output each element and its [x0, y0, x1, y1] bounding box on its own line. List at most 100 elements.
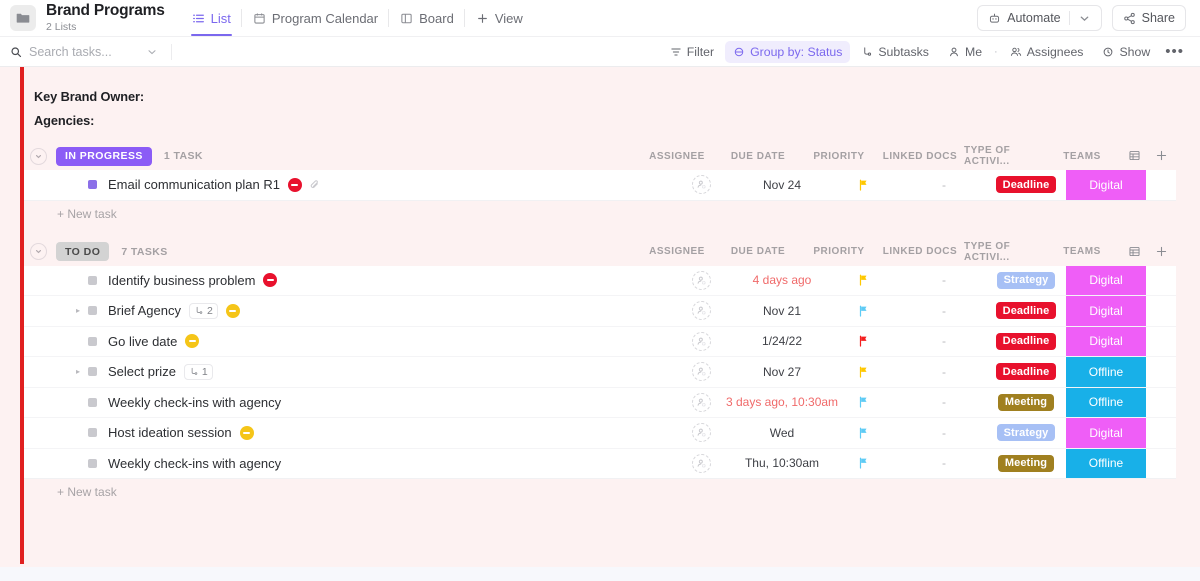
assignee-cell[interactable] — [664, 357, 738, 387]
task-emoji-badge[interactable] — [226, 304, 240, 318]
linked-docs-cell[interactable]: - — [900, 266, 988, 296]
new-task-button[interactable]: + New task — [0, 201, 1200, 227]
add-view-button[interactable]: View — [465, 0, 534, 36]
teams-cell[interactable]: Digital — [1066, 327, 1146, 357]
assignee-cell[interactable] — [664, 449, 738, 479]
assignee-avatar-placeholder[interactable] — [692, 393, 711, 412]
subtask-expand-toggle[interactable]: ▸ — [76, 367, 88, 376]
type-of-activity-cell[interactable]: Deadline — [988, 170, 1064, 200]
table-row[interactable]: Weekly check-ins with agency 3 days ago, … — [24, 388, 1176, 419]
task-name-cell[interactable]: Host ideation session — [24, 418, 254, 448]
task-status-square[interactable] — [88, 276, 97, 285]
column-settings-icon[interactable] — [1128, 149, 1141, 162]
subtask-count-badge[interactable]: 1 — [184, 364, 213, 380]
chevron-down-icon[interactable] — [1078, 12, 1091, 25]
tab-board[interactable]: Board — [389, 0, 465, 36]
priority-flag-icon[interactable] — [857, 178, 870, 192]
task-status-square[interactable] — [88, 398, 97, 407]
priority-flag-icon[interactable] — [857, 426, 870, 440]
linked-docs-cell[interactable]: - — [900, 327, 988, 357]
task-name-cell[interactable]: ▸Brief Agency2 — [24, 296, 240, 326]
task-status-square[interactable] — [88, 367, 97, 376]
priority-cell[interactable] — [826, 266, 900, 296]
type-of-activity-cell[interactable]: Strategy — [988, 266, 1064, 296]
add-column-icon[interactable] — [1155, 149, 1168, 162]
tab-program-calendar[interactable]: Program Calendar — [242, 0, 389, 36]
assignee-cell[interactable] — [664, 296, 738, 326]
subtasks-button[interactable]: Subtasks — [853, 41, 937, 63]
linked-docs-cell[interactable]: - — [900, 296, 988, 326]
tab-list[interactable]: List — [181, 0, 242, 36]
due-date-cell[interactable]: 4 days ago — [738, 266, 826, 296]
priority-cell[interactable] — [826, 449, 900, 479]
priority-cell[interactable] — [826, 296, 900, 326]
priority-flag-icon[interactable] — [857, 304, 870, 318]
priority-flag-icon[interactable] — [857, 365, 870, 379]
table-row[interactable]: ▸Brief Agency2Nov 21-DeadlineDigital — [24, 296, 1176, 327]
group-by-button[interactable]: Group by: Status — [725, 41, 850, 63]
table-row[interactable]: Weekly check-ins with agency Thu, 10:30am… — [24, 449, 1176, 480]
linked-docs-cell[interactable]: - — [900, 357, 988, 387]
task-status-square[interactable] — [88, 337, 97, 346]
due-date-cell[interactable]: Nov 27 — [738, 357, 826, 387]
task-status-square[interactable] — [88, 180, 97, 189]
due-date-cell[interactable]: 3 days ago, 10:30am — [738, 388, 826, 418]
type-of-activity-cell[interactable]: Strategy — [988, 418, 1064, 448]
due-date-cell[interactable]: Nov 24 — [738, 170, 826, 200]
table-row[interactable]: Host ideation sessionWed-StrategyDigital — [24, 418, 1176, 449]
group-collapse-toggle[interactable] — [30, 148, 47, 165]
search-box[interactable] — [10, 44, 190, 60]
priority-flag-icon[interactable] — [857, 334, 870, 348]
due-date-cell[interactable]: Wed — [738, 418, 826, 448]
assignee-avatar-placeholder[interactable] — [692, 454, 711, 473]
type-of-activity-cell[interactable]: Deadline — [988, 296, 1064, 326]
teams-cell[interactable]: Digital — [1066, 296, 1146, 326]
table-row[interactable]: Identify business problem 4 days ago -Stra… — [24, 266, 1176, 297]
assignee-cell[interactable] — [664, 170, 738, 200]
teams-cell[interactable]: Offline — [1066, 357, 1146, 387]
teams-cell[interactable]: Digital — [1066, 266, 1146, 296]
automate-button[interactable]: Automate — [977, 5, 1102, 31]
priority-flag-icon[interactable] — [857, 273, 870, 287]
type-of-activity-cell[interactable]: Deadline — [988, 327, 1064, 357]
assignee-avatar-placeholder[interactable] — [692, 175, 711, 194]
assignee-avatar-placeholder[interactable] — [692, 301, 711, 320]
more-options-button[interactable]: ••• — [1161, 44, 1188, 59]
group-status-chip[interactable]: IN PROGRESS — [56, 147, 152, 166]
search-chevron-down-icon[interactable] — [146, 46, 158, 58]
search-input[interactable] — [29, 45, 139, 59]
teams-cell[interactable]: Offline — [1066, 388, 1146, 418]
assignee-cell[interactable] — [664, 266, 738, 296]
task-name-cell[interactable]: Weekly check-ins with agency — [24, 449, 281, 479]
type-of-activity-cell[interactable]: Meeting — [988, 449, 1064, 479]
assignee-cell[interactable] — [664, 418, 738, 448]
task-status-square[interactable] — [88, 459, 97, 468]
table-row[interactable]: Email communication plan R1Nov 24-Deadli… — [24, 170, 1176, 201]
priority-cell[interactable] — [826, 170, 900, 200]
task-emoji-badge[interactable] — [263, 273, 277, 287]
subtask-count-badge[interactable]: 2 — [189, 303, 218, 319]
priority-cell[interactable] — [826, 388, 900, 418]
task-name-cell[interactable]: Weekly check-ins with agency — [24, 388, 281, 418]
teams-cell[interactable]: Digital — [1066, 170, 1146, 200]
priority-cell[interactable] — [826, 357, 900, 387]
me-button[interactable]: Me — [940, 41, 990, 63]
task-name-cell[interactable]: Email communication plan R1 — [24, 170, 321, 200]
assignee-cell[interactable] — [664, 327, 738, 357]
new-task-button[interactable]: + New task — [0, 479, 1200, 505]
task-emoji-badge[interactable] — [240, 426, 254, 440]
due-date-cell[interactable]: Thu, 10:30am — [738, 449, 826, 479]
assignee-avatar-placeholder[interactable] — [692, 423, 711, 442]
task-status-square[interactable] — [88, 428, 97, 437]
task-name-cell[interactable]: Identify business problem — [24, 266, 277, 296]
subtask-expand-toggle[interactable]: ▸ — [76, 306, 88, 315]
attachment-icon[interactable] — [309, 179, 321, 191]
assignee-avatar-placeholder[interactable] — [692, 332, 711, 351]
add-column-icon[interactable] — [1155, 245, 1168, 258]
priority-cell[interactable] — [826, 418, 900, 448]
priority-cell[interactable] — [826, 327, 900, 357]
teams-cell[interactable]: Offline — [1066, 449, 1146, 479]
assignee-avatar-placeholder[interactable] — [692, 271, 711, 290]
type-of-activity-cell[interactable]: Meeting — [988, 388, 1064, 418]
teams-cell[interactable]: Digital — [1066, 418, 1146, 448]
